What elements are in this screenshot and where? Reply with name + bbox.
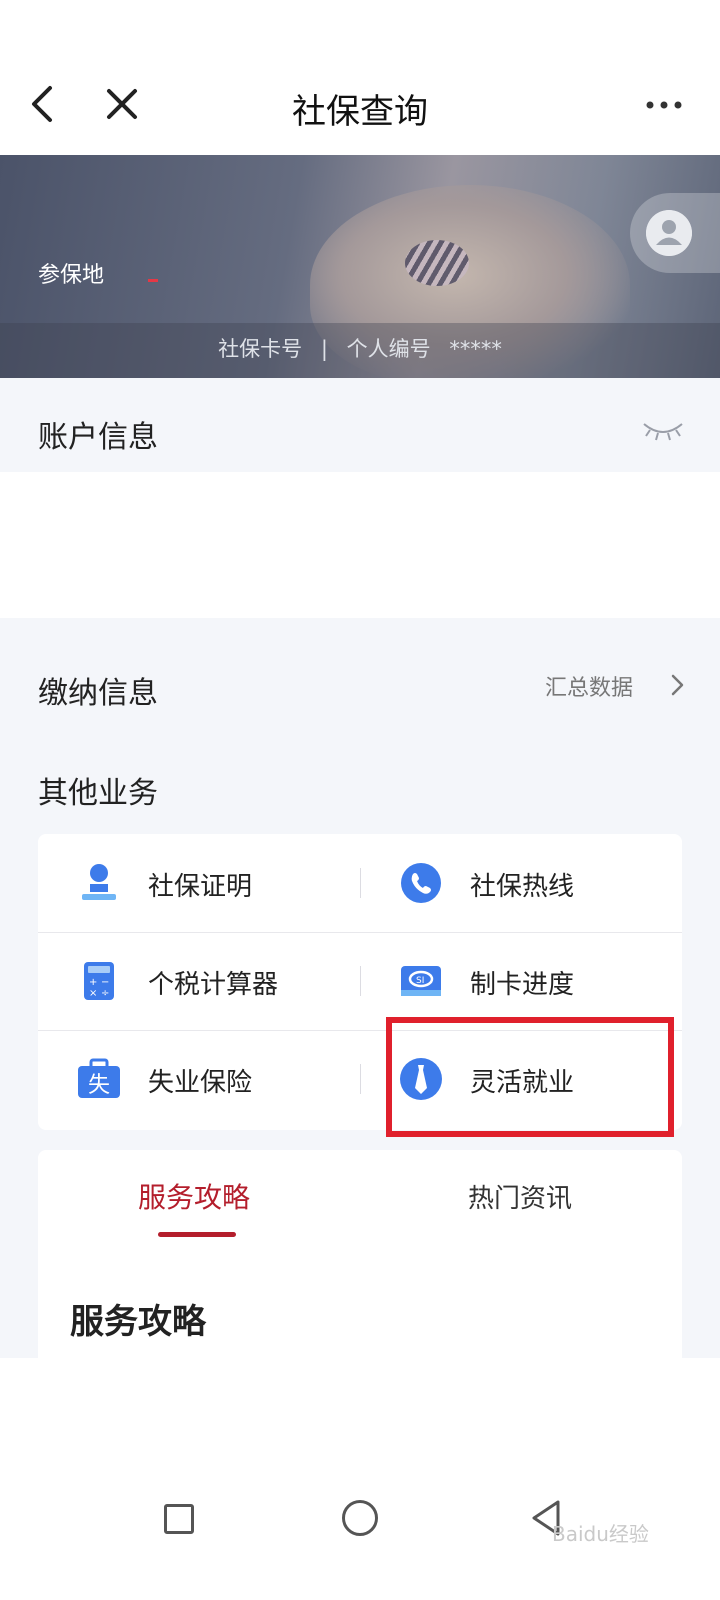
home-icon[interactable] [342,1500,378,1536]
service-label: 社保证明 [148,872,253,902]
section-title: 服务攻略 [70,1302,206,1342]
tab-service-guide[interactable]: 服务攻略 [138,1176,250,1216]
separator: | [320,337,328,361]
service-card-progress[interactable]: SI 制卡进度 [360,932,682,1030]
account-info-label: 账户信息 [38,420,158,455]
phone-icon [401,863,441,903]
person-stamp-icon [82,864,116,900]
divider [360,966,361,996]
shell-background-image [405,240,469,286]
user-avatar-icon[interactable] [646,210,692,256]
other-services-label: 其他业务 [38,776,158,811]
service-label: 失业保险 [148,1068,253,1098]
summary-data-link[interactable]: 汇总数据 [545,670,633,702]
personal-id-value: ***** [449,337,502,361]
chevron-right-icon[interactable] [668,672,688,698]
watermark: Baidu经验 [552,1522,649,1546]
tab-hot-news[interactable]: 热门资讯 [468,1178,572,1215]
service-label: 个税计算器 [148,970,279,1000]
personal-id-label: 个人编号 [346,337,431,361]
card-number-label: 社保卡号 [218,337,303,361]
region-indicator [148,279,158,282]
service-hotline[interactable]: 社保热线 [360,834,682,932]
insured-region-label[interactable]: 参保地 [38,257,104,289]
service-label: 社保热线 [470,872,575,902]
svg-text:×: × [89,988,97,999]
svg-text:−: − [101,977,109,988]
account-info-header: 账户信息 [0,378,720,472]
top-nav-bar: 社保查询 [0,0,720,155]
active-tab-indicator [158,1232,236,1237]
unemployment-briefcase-icon: 失 [78,1058,120,1098]
social-security-card-icon: SI [401,966,441,996]
account-info-body [0,472,720,618]
service-label: 制卡进度 [470,970,575,1000]
svg-text:失: 失 [88,1073,110,1098]
service-tax-calculator[interactable]: + − × ÷ 个税计算器 [38,932,360,1030]
hide-eye-icon[interactable] [642,418,684,444]
insurance-card-banner: 参保地 社保卡号 | 个人编号 ***** [0,155,720,378]
card-info-text: 社保卡号 | 个人编号 ***** [0,333,720,363]
payment-info-label: 缴纳信息 [38,676,158,711]
service-unemployment-insurance[interactable]: 失 失业保险 [38,1030,360,1128]
tab-panel: 服务攻略 热门资讯 服务攻略 [38,1150,682,1358]
calculator-icon: + − × ÷ [84,962,114,1000]
divider [360,868,361,898]
recent-apps-icon[interactable] [164,1504,194,1534]
more-options-icon[interactable] [644,90,688,120]
svg-text:SI: SI [416,976,424,986]
svg-text:+: + [89,977,97,988]
page-title: 社保查询 [292,92,428,132]
service-certificate[interactable]: 社保证明 [38,834,360,932]
svg-text:÷: ÷ [101,988,109,999]
divider [360,1064,361,1094]
red-highlight-box [386,1017,674,1137]
